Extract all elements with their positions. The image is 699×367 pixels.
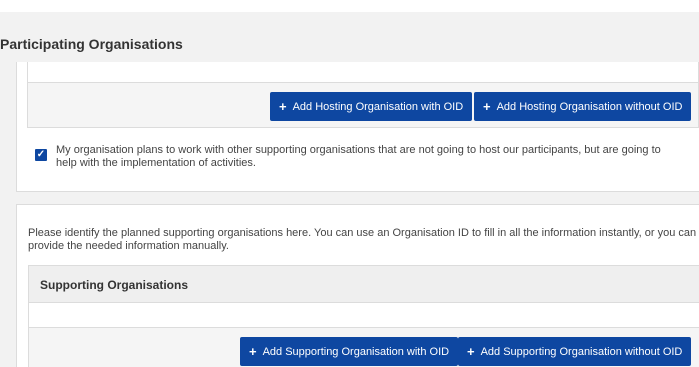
supporting-orgs-checkbox-label: My organisation plans to work with other… <box>56 144 661 169</box>
section-title: Participating Organisations <box>0 36 183 52</box>
add-hosting-without-oid-label: Add Hosting Organisation without OID <box>496 100 683 113</box>
plus-icon: + <box>483 99 491 114</box>
add-hosting-with-oid-button[interactable]: + Add Hosting Organisation with OID <box>270 92 473 121</box>
add-hosting-without-oid-button[interactable]: + Add Hosting Organisation without OID <box>474 92 692 121</box>
add-supporting-without-oid-button[interactable]: + Add Supporting Organisation without OI… <box>458 337 692 366</box>
checkmark-icon: ✓ <box>36 149 46 160</box>
supporting-list-area <box>28 303 699 327</box>
hosting-list-area <box>27 62 699 82</box>
hosting-card <box>16 62 699 192</box>
plus-icon: + <box>467 344 475 359</box>
add-supporting-with-oid-button[interactable]: + Add Supporting Organisation with OID <box>240 337 459 366</box>
add-supporting-with-oid-label: Add Supporting Organisation with OID <box>262 345 450 358</box>
add-hosting-with-oid-label: Add Hosting Organisation with OID <box>292 100 464 113</box>
supporting-orgs-checkbox[interactable]: ✓ <box>35 149 47 161</box>
add-supporting-without-oid-label: Add Supporting Organisation without OID <box>480 345 683 358</box>
supporting-organisations-header: Supporting Organisations <box>28 265 699 303</box>
supporting-organisations-title: Supporting Organisations <box>40 278 189 292</box>
supporting-description: Please identify the planned supporting o… <box>28 227 697 252</box>
top-strip <box>0 0 699 12</box>
plus-icon: + <box>249 344 257 359</box>
plus-icon: + <box>279 99 287 114</box>
